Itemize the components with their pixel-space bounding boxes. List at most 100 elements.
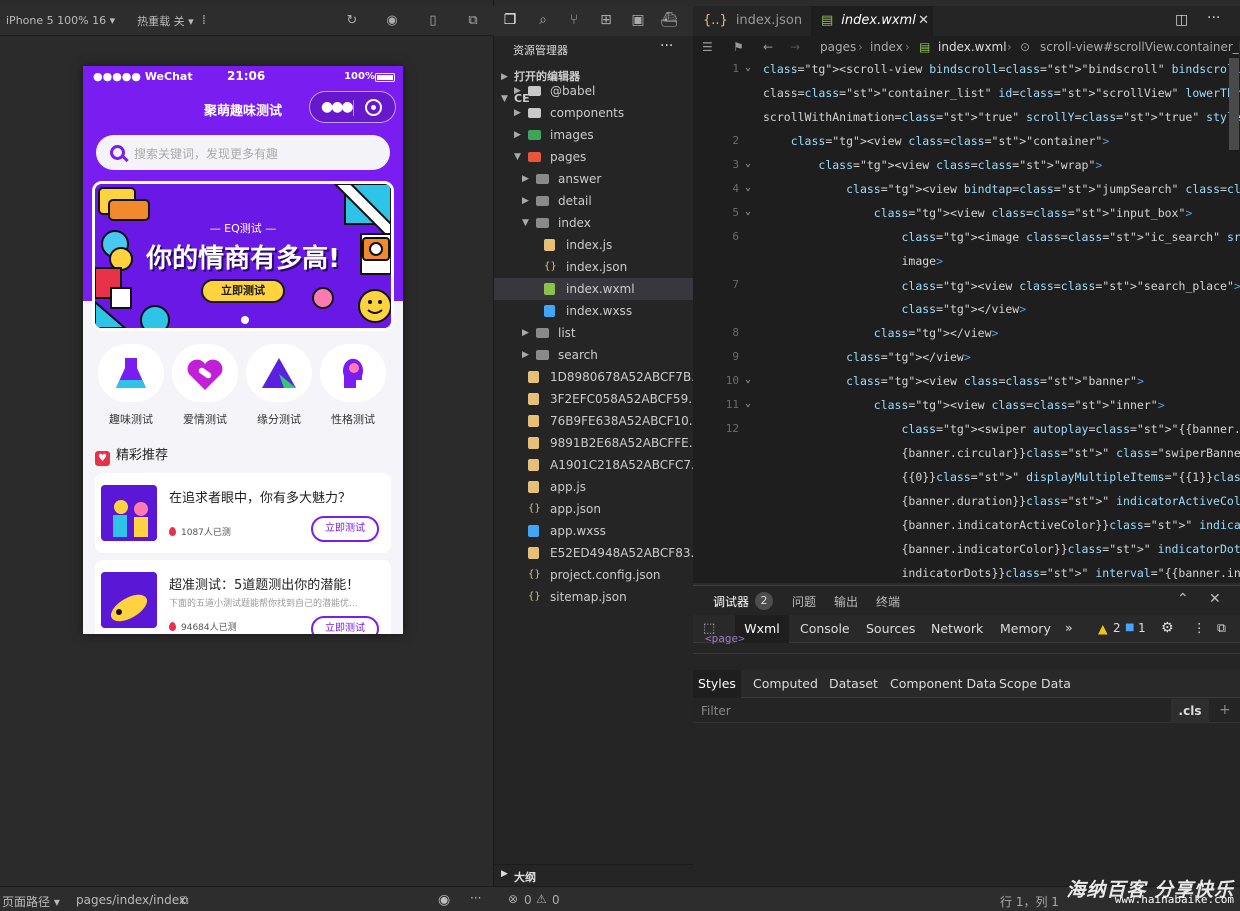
tab-network[interactable]: Network — [931, 621, 983, 636]
collapse-icon[interactable]: ⁞ — [196, 13, 212, 29]
source-control-icon[interactable]: ⑂ — [565, 12, 583, 30]
code-line[interactable]: {banner.indicatorActiveColor}}class="st"… — [763, 518, 1240, 532]
code-line[interactable]: class=class="st">"container_list" id=cla… — [763, 86, 1240, 100]
code-line[interactable]: class="tg"><view class=class="st">"input… — [763, 206, 1193, 220]
add-icon[interactable]: + — [1219, 702, 1231, 718]
cursor-position[interactable]: 行 1，列 1 — [1000, 893, 1059, 910]
breadcrumb-item[interactable]: index — [870, 36, 903, 58]
tree-item[interactable]: ▶ detail — [494, 190, 693, 212]
eye-icon[interactable]: ◉ — [438, 892, 450, 908]
code-line[interactable]: class="tg"><image class=class="st">"ic_s… — [763, 230, 1240, 244]
card-test-button[interactable]: 立即测试 — [311, 516, 379, 542]
code-line[interactable]: class="tg"><view class=class="st">"conta… — [763, 134, 1110, 148]
fold-chevron-icon[interactable]: ⌄ — [745, 206, 751, 217]
more-tabs-icon[interactable]: » — [1065, 620, 1073, 635]
tree-item[interactable]: {} app.json — [494, 498, 693, 520]
styles-filter[interactable]: Filter .cls + — [693, 699, 1240, 723]
breadcrumb-item[interactable]: index.wxml — [938, 36, 1007, 58]
extensions-icon[interactable]: ⊞ — [597, 12, 615, 30]
fold-chevron-icon[interactable]: ⌄ — [745, 374, 751, 385]
filter-input[interactable]: Filter — [701, 704, 731, 718]
tree-item[interactable]: {} index.json — [494, 256, 693, 278]
code-editor[interactable]: 1 ⌄ class="tg"><scroll-view bindscroll=cla… — [693, 58, 1240, 583]
code-line[interactable]: {banner.duration}}class="st">" indicator… — [763, 494, 1240, 508]
files-icon[interactable]: ❐ — [501, 12, 519, 30]
bookmark-icon[interactable]: ⚑ — [733, 36, 744, 58]
more-icon[interactable]: ··· — [470, 891, 481, 905]
message-icon[interactable]: ■ — [1125, 622, 1134, 633]
card-test-button[interactable]: 立即测试 — [311, 616, 379, 634]
tree-item[interactable]: 1D8980678A52ABCF7B... — [494, 366, 693, 388]
tab-dataset[interactable]: Dataset — [829, 676, 878, 691]
tree-item[interactable]: ▶ components — [494, 102, 693, 124]
close-icon[interactable]: ✕ — [918, 6, 929, 36]
capsule-menu[interactable]: ●●● — [309, 91, 396, 123]
wxml-tree-line[interactable]: <page> — [705, 632, 745, 644]
tab-index-wxml[interactable]: ▤ index.wxml ✕ — [811, 6, 933, 36]
breadcrumb-item[interactable]: scroll-view#scrollView.container_list — [1040, 36, 1240, 58]
category-fate[interactable]: 缘分测试 — [245, 344, 313, 427]
tree-item[interactable]: 3F2EFC058A52ABCF59... — [494, 388, 693, 410]
tree-item[interactable]: index.js — [494, 234, 693, 256]
fold-chevron-icon[interactable]: ⌄ — [745, 62, 751, 73]
tree-item[interactable]: ▶ images — [494, 124, 693, 146]
tree-item[interactable]: {} project.config.json — [494, 564, 693, 586]
tab-component-data[interactable]: Component Data — [890, 676, 996, 691]
code-line[interactable]: class="tg"></view> — [763, 326, 999, 340]
copy-icon[interactable]: ⧉ — [180, 893, 189, 908]
tree-item[interactable]: {} sitemap.json — [494, 586, 693, 608]
dock-icon[interactable]: ⧉ — [1217, 620, 1226, 636]
code-line[interactable]: class="tg"><view class=class="st">"inner… — [763, 398, 1165, 412]
refresh-icon[interactable]: ↻ — [344, 13, 360, 29]
fold-chevron-icon[interactable]: ⌄ — [745, 398, 751, 409]
close-target-icon[interactable] — [365, 99, 382, 116]
tab-memory[interactable]: Memory — [1000, 621, 1051, 636]
more-icon[interactable]: ··· — [660, 38, 673, 54]
forward-icon[interactable]: → — [790, 36, 800, 58]
code-line[interactable]: class="tg"><swiper autoplay=class="st">"… — [763, 422, 1240, 436]
tab-debugger[interactable]: 调试器 — [713, 593, 750, 616]
fold-chevron-icon[interactable]: ⌄ — [745, 182, 751, 193]
path-label-dropdown[interactable]: 页面路径 ▾ — [2, 893, 60, 910]
hot-reload-select[interactable]: 热重载 关 ▾ — [137, 13, 194, 29]
split-editor-icon[interactable]: ◫ — [1175, 12, 1188, 28]
category-personality[interactable]: 性格测试 — [319, 344, 387, 427]
category-love[interactable]: 爱情测试 — [171, 344, 239, 427]
popout-icon[interactable]: ⧉ — [465, 13, 481, 29]
back-icon[interactable]: ← — [763, 36, 773, 58]
more-icon[interactable]: ··· — [1207, 10, 1220, 26]
docker-icon[interactable]: ⛴ — [660, 12, 678, 30]
test-card[interactable]: 在追求者眼中，你有多大魅力？ 1087人已测 立即测试 — [95, 473, 391, 553]
tree-item[interactable]: 9891B2E68A52ABCFFE... — [494, 432, 693, 454]
cls-toggle[interactable]: .cls — [1171, 699, 1209, 723]
tree-item[interactable]: ▶ answer — [494, 168, 693, 190]
editor-scrollbar[interactable] — [1229, 58, 1239, 150]
tree-item[interactable]: app.js — [494, 476, 693, 498]
tree-item[interactable]: ▶ @babel — [494, 80, 693, 102]
device-select[interactable]: iPhone 5 100% 16 ▾ — [6, 14, 115, 27]
list-icon[interactable]: ☰ — [702, 36, 713, 58]
code-line[interactable]: class="tg"></view> — [763, 302, 1026, 316]
tree-item[interactable]: index.wxss — [494, 300, 693, 322]
code-line[interactable]: class="tg"></view> — [763, 350, 971, 364]
breadcrumb-item[interactable]: pages — [820, 36, 856, 58]
tree-item[interactable]: ▶ search — [494, 344, 693, 366]
code-line[interactable]: class="tg"><view class=class="st">"banne… — [763, 374, 1144, 388]
tab-styles[interactable]: Styles — [693, 670, 741, 698]
tree-item[interactable]: index.wxml — [494, 278, 693, 300]
close-icon[interactable]: ✕ — [1209, 591, 1221, 607]
more-icon[interactable]: ●●● — [321, 99, 354, 115]
chevron-up-icon[interactable]: ⌃ — [1177, 591, 1189, 607]
tree-item[interactable]: app.wxss — [494, 520, 693, 542]
tab-scope-data[interactable]: Scope Data — [999, 676, 1071, 691]
code-line[interactable]: {{0}}class="st">" displayMultipleItems="… — [763, 470, 1240, 484]
debug-icon[interactable]: ▣ — [629, 12, 647, 30]
tab-index-json[interactable]: {..} index.json — [693, 6, 811, 36]
tree-item[interactable]: ▼ pages — [494, 146, 693, 168]
code-line[interactable]: indicatorDots}}class="st">" interval="{{… — [763, 566, 1240, 580]
tree-item[interactable]: E52ED4948A52ABCF83... — [494, 542, 693, 564]
code-line[interactable]: class="tg"><view bindtap=class="st">"jum… — [763, 182, 1240, 196]
settings-icon[interactable]: ⚙ — [1161, 620, 1174, 636]
code-line[interactable]: class="tg"><view class=class="st">"searc… — [763, 278, 1240, 294]
code-line[interactable]: image> — [763, 254, 943, 268]
